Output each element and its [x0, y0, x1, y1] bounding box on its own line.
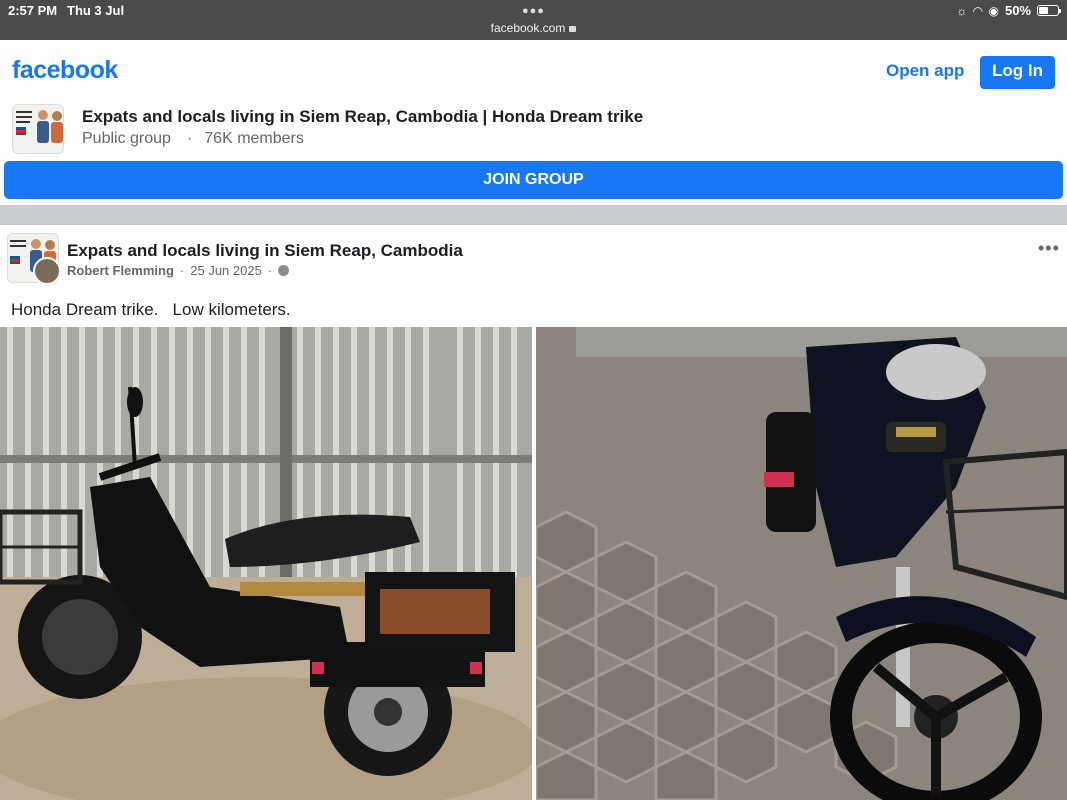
browser-menu-dots-icon[interactable]: ●●●: [522, 5, 545, 17]
open-app-link[interactable]: Open app: [886, 61, 964, 81]
status-bar: 2:57 PM Thu 3 Jul ●●● facebook.com ☼ ◠ ◉…: [0, 0, 1067, 40]
group-cover-thumbnail[interactable]: [12, 104, 64, 154]
facebook-header: facebook Open app Log In: [0, 40, 1067, 100]
author-avatar[interactable]: [33, 257, 61, 285]
address-bar-url: facebook.com: [490, 21, 566, 35]
more-options-icon[interactable]: •••: [1038, 238, 1060, 259]
group-title[interactable]: Expats and locals living in Siem Reap, C…: [82, 107, 643, 127]
post-author[interactable]: Robert Flemming: [67, 263, 174, 278]
post-group-name[interactable]: Expats and locals living in Siem Reap, C…: [67, 241, 463, 261]
meta-separator: ·: [186, 130, 193, 147]
meta-separator: ·: [179, 263, 185, 278]
join-group-button[interactable]: JOIN GROUP: [4, 161, 1063, 199]
group-header: Expats and locals living in Siem Reap, C…: [0, 100, 1067, 160]
facebook-logo[interactable]: facebook: [12, 56, 118, 85]
section-divider: [0, 205, 1067, 225]
post-photo-1[interactable]: [0, 327, 532, 800]
group-members[interactable]: 76K members: [204, 130, 304, 147]
location-icon: ◉: [988, 3, 999, 18]
log-in-button[interactable]: Log In: [980, 56, 1055, 89]
battery-icon: [1037, 5, 1061, 16]
post-photo-2[interactable]: [536, 327, 1067, 800]
post-date[interactable]: 25 Jun 2025: [190, 263, 262, 278]
status-time: 2:57 PM: [8, 3, 58, 18]
wifi-icon: ◠: [973, 3, 983, 18]
status-date: Thu 3 Jul: [67, 3, 125, 18]
post-text: Honda Dream trike. Low kilometers.: [11, 300, 291, 319]
lock-icon: [569, 26, 577, 32]
battery-percent: 50%: [1004, 3, 1031, 18]
group-meta: Public group · 76K members: [82, 130, 304, 148]
meta-separator: ·: [267, 263, 273, 278]
post-meta: Robert Flemming · 25 Jun 2025 ·: [67, 263, 290, 278]
group-privacy: Public group: [82, 130, 171, 147]
address-bar[interactable]: facebook.com: [0, 21, 1067, 35]
globe-icon: [278, 265, 290, 276]
brightness-icon: ☼: [956, 3, 968, 18]
